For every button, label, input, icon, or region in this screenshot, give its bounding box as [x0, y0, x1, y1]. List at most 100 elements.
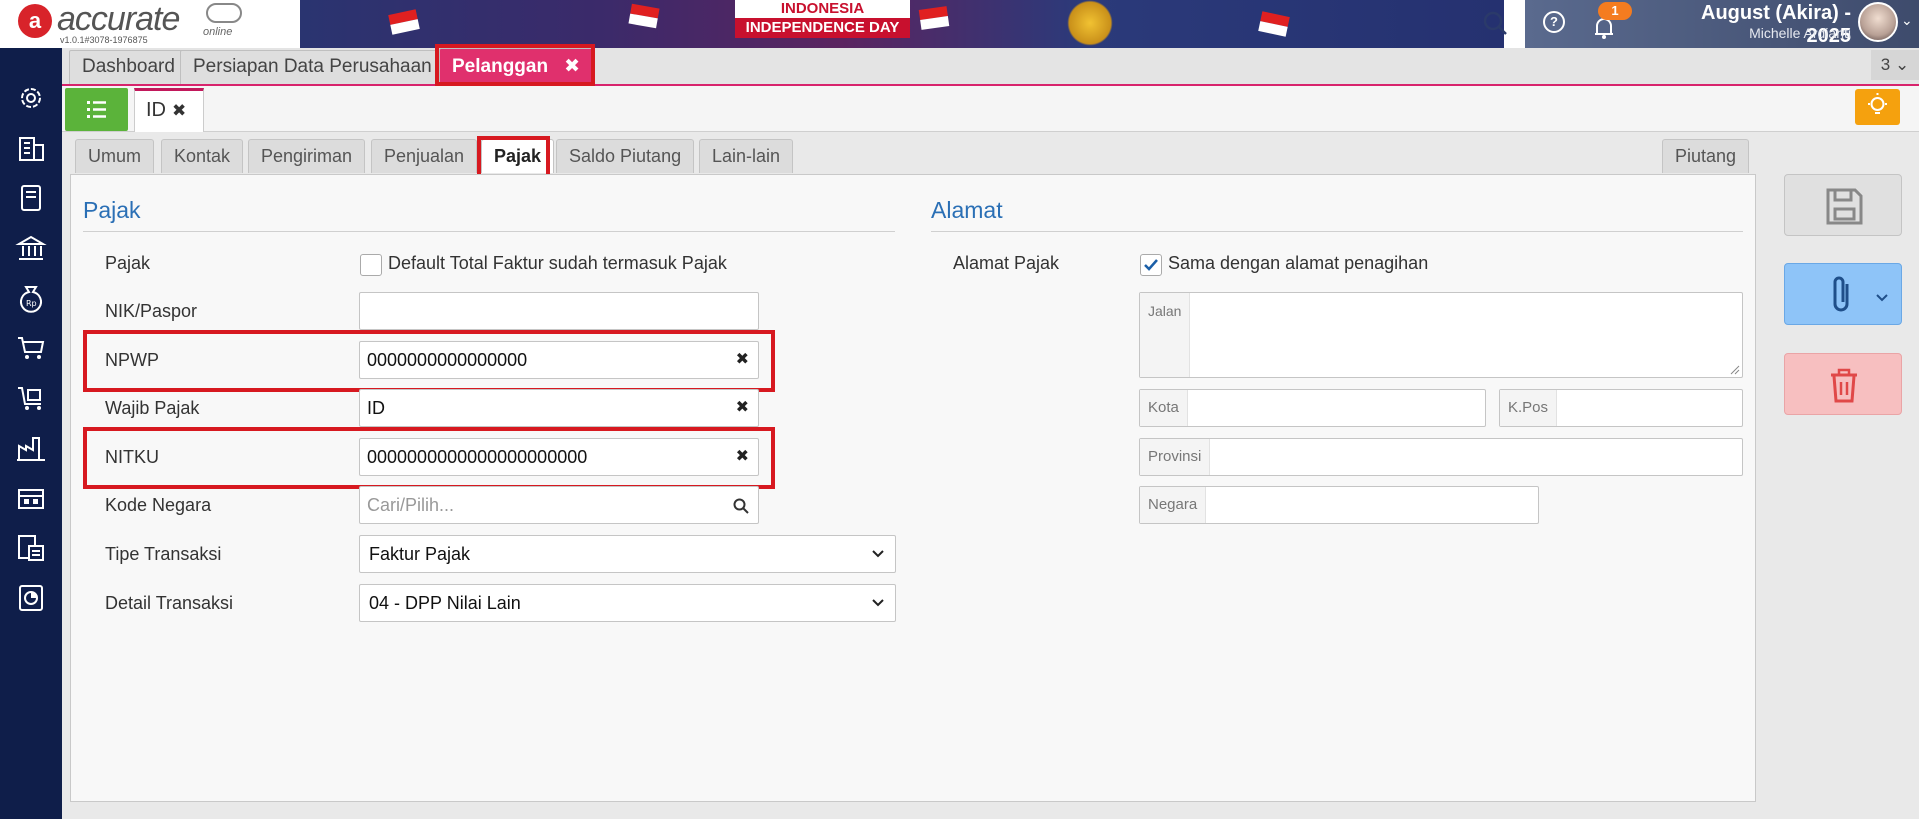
- npwp-label: NPWP: [105, 350, 159, 370]
- tipe-transaksi-select[interactable]: Faktur Pajak: [359, 535, 896, 573]
- cart-icon[interactable]: [15, 332, 47, 364]
- logo-text: accurate: [57, 0, 180, 38]
- avatar[interactable]: [1858, 2, 1898, 42]
- chevron-down-icon[interactable]: ⌄: [1901, 12, 1913, 29]
- same-as-billing-checkbox[interactable]: [1140, 254, 1162, 276]
- tax-doc-icon[interactable]: [15, 532, 47, 564]
- tab-pengiriman[interactable]: Pengiriman: [248, 139, 366, 173]
- npwp-field[interactable]: 0000000000000000 ✖: [359, 341, 759, 379]
- chevron-down-icon: [872, 599, 884, 607]
- paperclip-icon: [1833, 276, 1888, 312]
- record-tab-label: ID: [146, 99, 166, 121]
- cart-box-icon[interactable]: [15, 382, 47, 414]
- tab-dashboard[interactable]: Dashboard: [69, 50, 188, 84]
- nik-field[interactable]: [359, 292, 759, 330]
- npwp-value: 0000000000000000: [367, 350, 528, 370]
- user-name[interactable]: Michelle Ardianti: [1651, 25, 1851, 41]
- highlight-box-pajak-tab: [477, 136, 550, 178]
- negara-field[interactable]: Negara: [1139, 486, 1539, 524]
- banner-title-line1: INDONESIA: [780, 0, 865, 17]
- nitku-field[interactable]: 0000000000000000000000 ✖: [359, 438, 759, 476]
- nik-label: NIK/Paspor: [105, 301, 198, 321]
- search-icon[interactable]: [732, 497, 750, 515]
- tab-kontak[interactable]: Kontak: [161, 139, 244, 173]
- warehouse-icon[interactable]: [15, 482, 47, 514]
- clear-icon[interactable]: ✖: [736, 439, 749, 475]
- resize-handle-icon[interactable]: [1730, 365, 1740, 375]
- tab-saldo-piutang[interactable]: Saldo Piutang: [556, 139, 695, 173]
- open-tab-count[interactable]: 3 ⌄: [1871, 50, 1919, 80]
- list-icon: [87, 101, 106, 118]
- highlight-box-pelanggan-tab: [435, 44, 595, 86]
- tab-persiapan-data-perusahaan[interactable]: Persiapan Data Perusahaan: [180, 50, 445, 84]
- record-tab-id[interactable]: ID ✖: [134, 88, 204, 132]
- flag-icon: [388, 9, 420, 34]
- kota-label: Kota: [1140, 390, 1188, 426]
- delete-button[interactable]: [1784, 353, 1902, 415]
- kode-negara-placeholder: Cari/Pilih...: [367, 495, 455, 515]
- form-tab-bar: Umum Kontak Pengiriman Penjualan Pajak S…: [62, 132, 1752, 178]
- help-icon[interactable]: ?: [1543, 11, 1565, 33]
- chevron-down-icon: [872, 550, 884, 558]
- bank-icon[interactable]: [15, 232, 47, 264]
- nitku-value: 0000000000000000000000: [367, 447, 588, 467]
- section-divider: [931, 231, 1743, 232]
- factory-icon[interactable]: [15, 432, 47, 464]
- section-divider: [83, 231, 895, 232]
- search-icon[interactable]: [1480, 8, 1510, 38]
- form-panel: Pajak Pajak Default Total Faktur sudah t…: [70, 174, 1756, 802]
- clear-icon[interactable]: ✖: [736, 342, 749, 378]
- wajib-pajak-label: Wajib Pajak: [105, 398, 200, 418]
- pajak-include-checkbox-label[interactable]: Default Total Faktur sudah termasuk Paja…: [388, 253, 727, 274]
- app-version: v1.0.1#3078-1976875: [60, 35, 148, 45]
- flag-icon: [919, 6, 950, 30]
- save-button[interactable]: [1784, 174, 1902, 236]
- lightbulb-icon: [1868, 93, 1887, 114]
- sidebar: Rp: [0, 48, 62, 819]
- app-header: a accurate online v1.0.1#3078-1976875 IN…: [0, 0, 1919, 48]
- logo[interactable]: a accurate online v1.0.1#3078-1976875: [0, 0, 300, 48]
- logo-subtext: online: [203, 26, 233, 38]
- tab-penjualan[interactable]: Penjualan: [371, 139, 478, 173]
- attachment-button[interactable]: [1784, 263, 1902, 325]
- banner-title-line2: INDEPENDENCE DAY: [735, 18, 910, 38]
- independence-day-banner: INDONESIA INDEPENDENCE DAY: [300, 0, 1504, 48]
- tab-piutang[interactable]: Piutang: [1662, 139, 1750, 173]
- tips-button[interactable]: [1855, 89, 1900, 125]
- money-bag-icon[interactable]: Rp: [15, 282, 47, 314]
- kpos-label: K.Pos: [1500, 390, 1558, 426]
- checkmark-icon: [1144, 259, 1158, 271]
- detail-transaksi-select[interactable]: 04 - DPP Nilai Lain: [359, 584, 896, 622]
- kpos-field[interactable]: K.Pos: [1499, 389, 1743, 427]
- record-toolbar: ID ✖: [62, 86, 1919, 132]
- clear-icon[interactable]: ✖: [736, 390, 749, 426]
- section-title-alamat: Alamat: [931, 197, 1003, 223]
- jalan-label: Jalan: [1140, 293, 1191, 377]
- flag-icon: [628, 4, 659, 29]
- accurate-logo-icon: a: [18, 4, 52, 38]
- tipe-transaksi-value: Faktur Pajak: [369, 544, 471, 564]
- provinsi-field[interactable]: Provinsi: [1139, 438, 1743, 476]
- notification-badge[interactable]: 1: [1598, 2, 1632, 20]
- kota-field[interactable]: Kota: [1139, 389, 1486, 427]
- building-icon[interactable]: [15, 132, 47, 164]
- tab-umum[interactable]: Umum: [75, 139, 154, 173]
- report-chart-icon[interactable]: [15, 582, 47, 614]
- gear-icon[interactable]: [15, 82, 47, 114]
- wajib-pajak-field[interactable]: ID ✖: [359, 389, 759, 427]
- same-as-billing-label[interactable]: Sama dengan alamat penagihan: [1168, 253, 1428, 274]
- detail-transaksi-value: 04 - DPP Nilai Lain: [369, 593, 521, 613]
- garuda-emblem-icon: [1060, 0, 1120, 46]
- nitku-label: NITKU: [105, 447, 159, 467]
- negara-label: Negara: [1140, 487, 1207, 523]
- book-icon[interactable]: [15, 182, 47, 214]
- list-view-button[interactable]: [65, 88, 128, 131]
- tab-lain-lain[interactable]: Lain-lain: [699, 139, 794, 173]
- flag-icon: [1258, 11, 1290, 36]
- close-icon[interactable]: ✖: [172, 101, 186, 120]
- cloud-icon: [206, 3, 242, 23]
- kode-negara-field[interactable]: Cari/Pilih...: [359, 486, 759, 524]
- banner-title: INDONESIA INDEPENDENCE DAY: [735, 0, 910, 38]
- jalan-textarea[interactable]: Jalan: [1139, 292, 1743, 378]
- pajak-include-checkbox[interactable]: [360, 254, 382, 276]
